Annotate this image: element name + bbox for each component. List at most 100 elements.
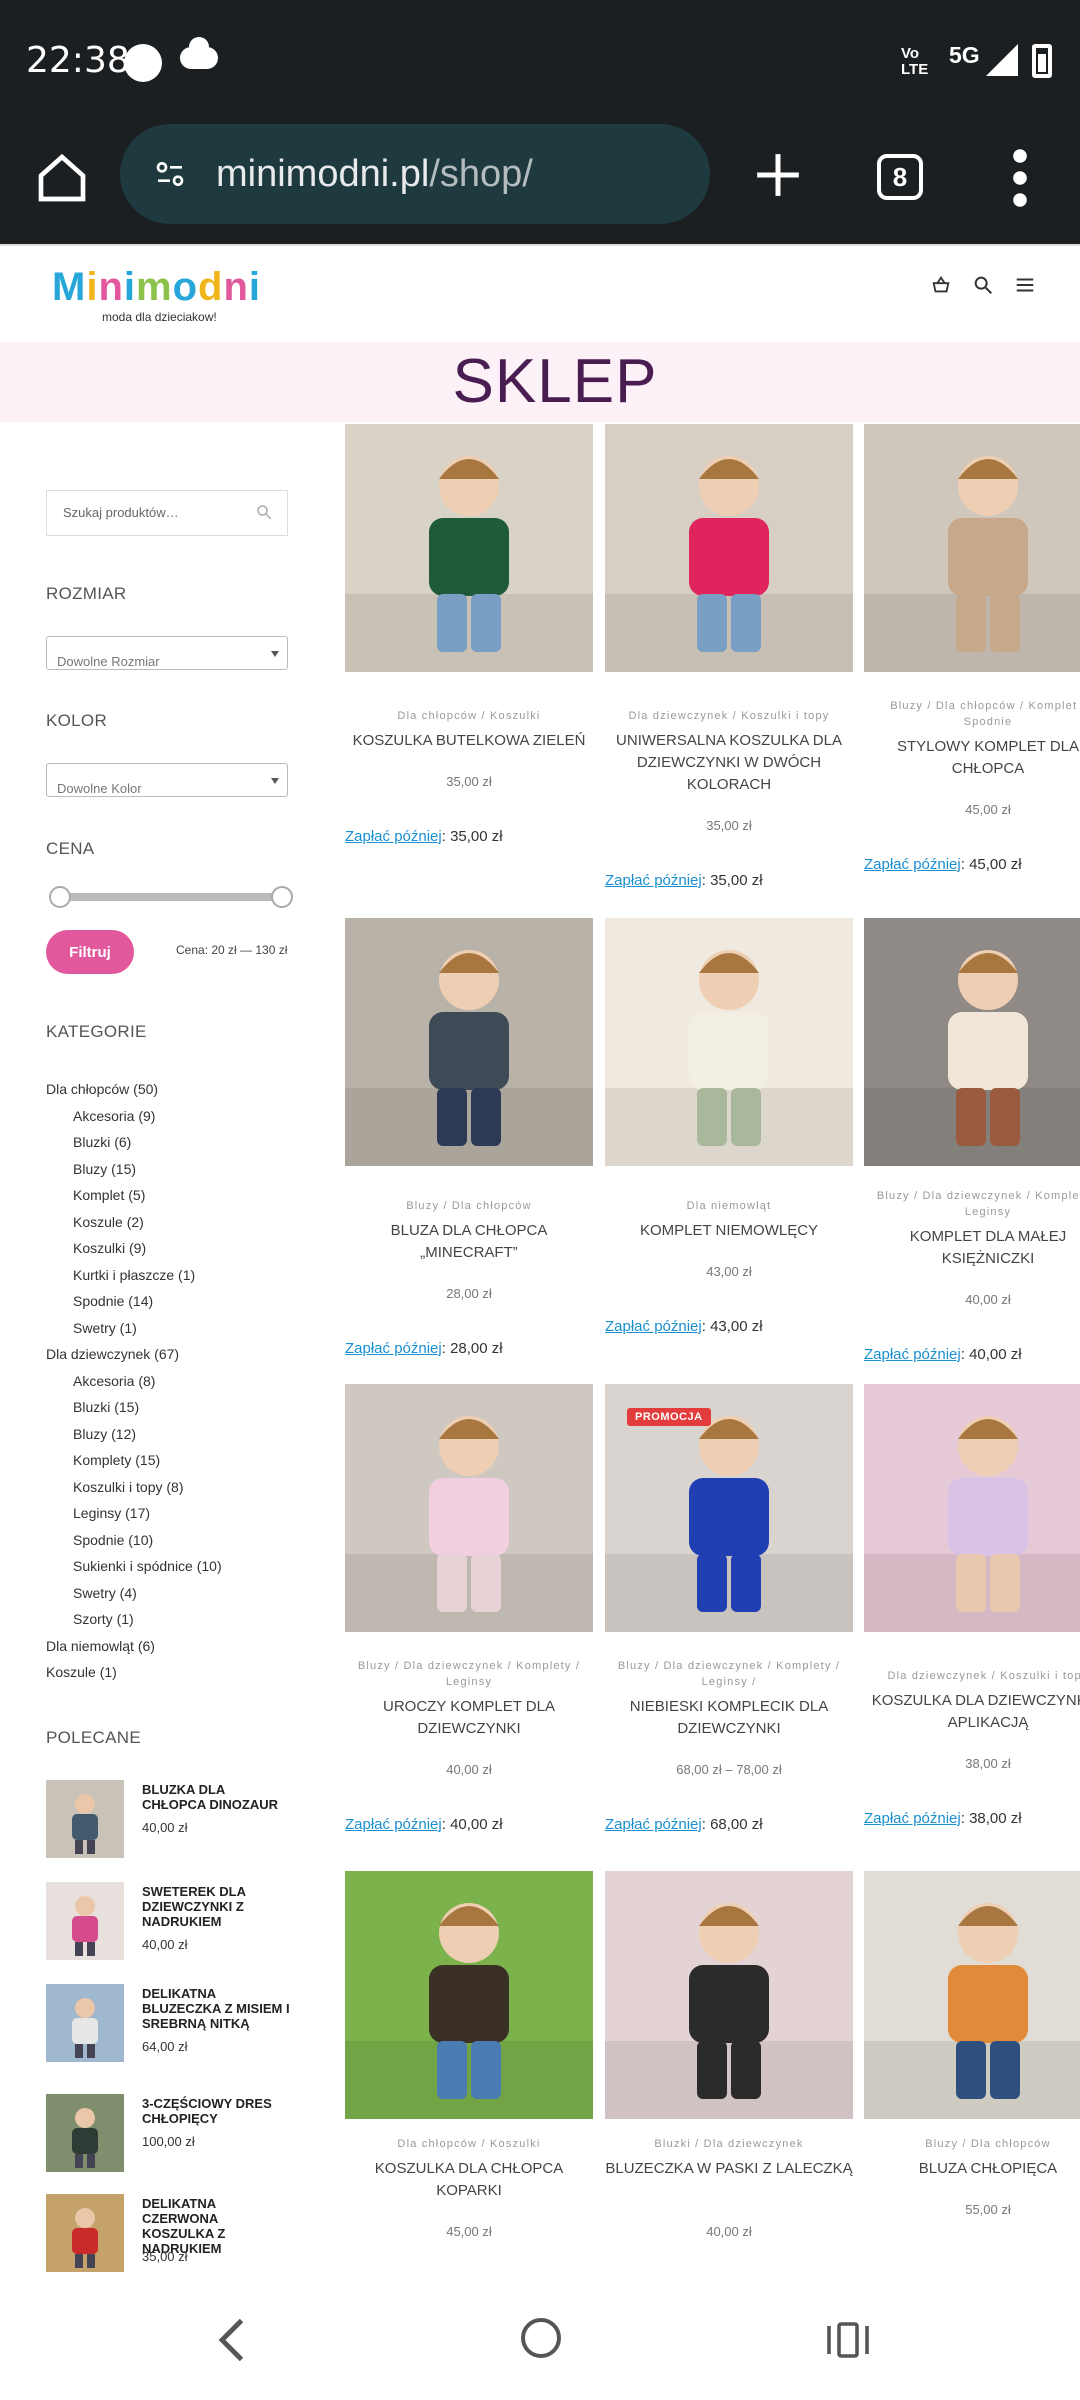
product-image[interactable] <box>605 1871 853 2119</box>
pay-later-link[interactable]: Zapłać później <box>864 856 961 873</box>
category-item[interactable]: Koszulki (9) <box>46 1235 222 1262</box>
product-categories[interactable]: Bluzy / Dla chłopców <box>345 1198 593 1214</box>
category-item[interactable]: Koszule (2) <box>46 1209 222 1236</box>
category-item[interactable]: Koszulki i topy (8) <box>46 1474 222 1501</box>
product-categories[interactable]: Dla dziewczynek / Koszulki i topy <box>864 1668 1080 1684</box>
featured-product[interactable]: 3-CZĘŚCIOWY DRES CHŁOPIĘCY 100,00 zł <box>46 2094 306 2174</box>
back-icon[interactable] <box>216 2316 246 2364</box>
category-item[interactable]: Komplet (5) <box>46 1182 222 1209</box>
featured-product-name[interactable]: BLUZKA DLA CHŁOPCA DINOZAUR <box>142 1782 292 1812</box>
category-item[interactable]: Akcesoria (8) <box>46 1368 222 1395</box>
pay-later-link[interactable]: Zapłać później <box>864 1346 961 1363</box>
home-icon[interactable] <box>34 150 90 206</box>
product-title[interactable]: KOSZULKA BUTELKOWA ZIELEŃ <box>345 730 593 752</box>
category-item[interactable]: Akcesoria (9) <box>46 1103 222 1130</box>
site-logo[interactable]: Minimodni moda dla dzieciakow! <box>52 266 272 326</box>
product-image[interactable] <box>345 1871 593 2119</box>
featured-product[interactable]: SWETEREK DLA DZIEWCZYNKI Z NADRUKIEM 40,0… <box>46 1882 306 1962</box>
product-image[interactable] <box>345 918 593 1166</box>
pay-later-link[interactable]: Zapłać później <box>345 1816 442 1833</box>
featured-product-image[interactable] <box>46 2094 124 2172</box>
product-title[interactable]: KOMPLET DLA MAŁEJ KSIĘŻNICZKI <box>864 1226 1080 1270</box>
pay-later-link[interactable]: Zapłać później <box>605 872 702 889</box>
pay-later-link[interactable]: Zapłać później <box>605 1816 702 1833</box>
product-categories[interactable]: Dla chłopców / Koszulki <box>345 708 593 724</box>
category-item[interactable]: Dla niemowląt (6) <box>46 1633 222 1660</box>
category-item[interactable]: Bluzy (15) <box>46 1156 222 1183</box>
tune-icon[interactable] <box>154 158 186 190</box>
url-text[interactable]: minimodni.pl/shop/ <box>216 153 533 196</box>
category-item[interactable]: Komplety (15) <box>46 1447 222 1474</box>
product-image[interactable] <box>864 424 1080 672</box>
pay-later-link[interactable]: Zapłać później <box>345 1340 442 1357</box>
category-item[interactable]: Spodnie (10) <box>46 1527 222 1554</box>
product-image[interactable] <box>864 918 1080 1166</box>
product-search-input[interactable]: Szukaj produktów… <box>46 490 288 536</box>
plus-icon[interactable] <box>753 150 803 200</box>
featured-product-name[interactable]: 3-CZĘŚCIOWY DRES CHŁOPIĘCY <box>142 2096 292 2126</box>
product-image[interactable] <box>345 1384 593 1632</box>
search-icon[interactable] <box>255 503 273 521</box>
product-title[interactable]: UROCZY KOMPLET DLA DZIEWCZYNKI <box>345 1696 593 1740</box>
category-item[interactable]: Swetry (4) <box>46 1580 222 1607</box>
tabs-icon[interactable]: 8 <box>877 154 923 200</box>
home-nav-icon[interactable] <box>521 2318 561 2358</box>
product-title[interactable]: BLUZA CHŁOPIĘCA <box>864 2158 1080 2180</box>
product-image[interactable] <box>345 424 593 672</box>
category-item[interactable]: Spodnie (14) <box>46 1288 222 1315</box>
featured-product-image[interactable] <box>46 1780 124 1858</box>
featured-product-image[interactable] <box>46 1882 124 1960</box>
category-item[interactable]: Kurtki i płaszcze (1) <box>46 1262 222 1289</box>
product-title[interactable]: KOSZULKA DLA CHŁOPCA KOPARKI <box>345 2158 593 2202</box>
product-title[interactable]: KOSZULKA DLA DZIEWCZYNKI Z APLIKACJĄ <box>864 1690 1080 1734</box>
product-image[interactable] <box>605 424 853 672</box>
pay-later-link[interactable]: Zapłać później <box>864 1810 961 1827</box>
recents-icon[interactable] <box>826 2320 870 2360</box>
product-image[interactable] <box>605 918 853 1166</box>
cart-icon[interactable] <box>930 274 952 296</box>
category-item[interactable]: Koszule (1) <box>46 1659 222 1686</box>
product-categories[interactable]: Dla chłopców / Koszulki <box>345 2136 593 2152</box>
featured-product[interactable]: DELIKATNA CZERWONA KOSZULKA Z NADRUKIEM 3… <box>46 2194 306 2274</box>
product-title[interactable]: KOMPLET NIEMOWLĘCY <box>605 1220 853 1242</box>
category-item[interactable]: Sukienki i spódnice (10) <box>46 1553 222 1580</box>
price-slider-min-handle[interactable] <box>49 886 71 908</box>
product-title[interactable]: STYLOWY KOMPLET DLA CHŁOPCA <box>864 736 1080 780</box>
category-item[interactable]: Bluzki (15) <box>46 1394 222 1421</box>
product-categories[interactable]: Bluzy / Dla dziewczynek / Komplety / Leg… <box>864 1188 1080 1220</box>
search-icon[interactable] <box>972 274 994 296</box>
product-title[interactable]: BLUZA DLA CHŁOPCA „MINECRAFT” <box>345 1220 593 1264</box>
category-item[interactable]: Swetry (1) <box>46 1315 222 1342</box>
featured-product-image[interactable] <box>46 1984 124 2062</box>
product-categories[interactable]: Bluzy / Dla chłopców <box>864 2136 1080 2152</box>
featured-product[interactable]: DELIKATNA BLUZECZKA Z MISIEM I SREBRNĄ N… <box>46 1984 306 2064</box>
product-categories[interactable]: Dla dziewczynek / Koszulki i topy <box>605 708 853 724</box>
color-select[interactable]: Dowolne Kolor <box>46 763 288 797</box>
product-image[interactable] <box>864 1871 1080 2119</box>
size-select[interactable]: Dowolne Rozmiar <box>46 636 288 670</box>
category-item[interactable]: Bluzy (12) <box>46 1421 222 1448</box>
product-categories[interactable]: Bluzy / Dla chłopców / Komplet / Spodnie <box>864 698 1080 730</box>
product-image[interactable] <box>864 1384 1080 1632</box>
product-title[interactable]: UNIWERSALNA KOSZULKA DLA DZIEWCZYNKI W D… <box>605 730 853 796</box>
category-item[interactable]: Bluzki (6) <box>46 1129 222 1156</box>
price-slider-max-handle[interactable] <box>271 886 293 908</box>
product-categories[interactable]: Dla niemowląt <box>605 1198 853 1214</box>
featured-product-name[interactable]: DELIKATNA BLUZECZKA Z MISIEM I SREBRNĄ N… <box>142 1986 292 2031</box>
product-categories[interactable]: Bluzki / Dla dziewczynek <box>605 2136 853 2152</box>
featured-product[interactable]: BLUZKA DLA CHŁOPCA DINOZAUR 40,00 zł <box>46 1780 306 1860</box>
featured-product-name[interactable]: DELIKATNA CZERWONA KOSZULKA Z NADRUKIEM <box>142 2196 292 2256</box>
product-title[interactable]: NIEBIESKI KOMPLECIK DLA DZIEWCZYNKI <box>605 1696 853 1740</box>
address-bar[interactable]: minimodni.pl/shop/ <box>120 124 710 224</box>
category-item[interactable]: Dla dziewczynek (67) <box>46 1341 222 1368</box>
menu-icon[interactable] <box>1014 274 1036 296</box>
pay-later-link[interactable]: Zapłać później <box>345 828 442 845</box>
category-item[interactable]: Leginsy (17) <box>46 1500 222 1527</box>
pay-later-link[interactable]: Zapłać później <box>605 1318 702 1335</box>
product-title[interactable]: BLUZECZKA W PASKI Z LALECZKĄ <box>605 2158 853 2180</box>
more-vert-icon[interactable] <box>1008 148 1032 208</box>
price-slider[interactable] <box>49 886 293 908</box>
product-categories[interactable]: Bluzy / Dla dziewczynek / Komplety / Leg… <box>605 1658 853 1690</box>
featured-product-name[interactable]: SWETEREK DLA DZIEWCZYNKI Z NADRUKIEM <box>142 1884 292 1929</box>
category-item[interactable]: Szorty (1) <box>46 1606 222 1633</box>
